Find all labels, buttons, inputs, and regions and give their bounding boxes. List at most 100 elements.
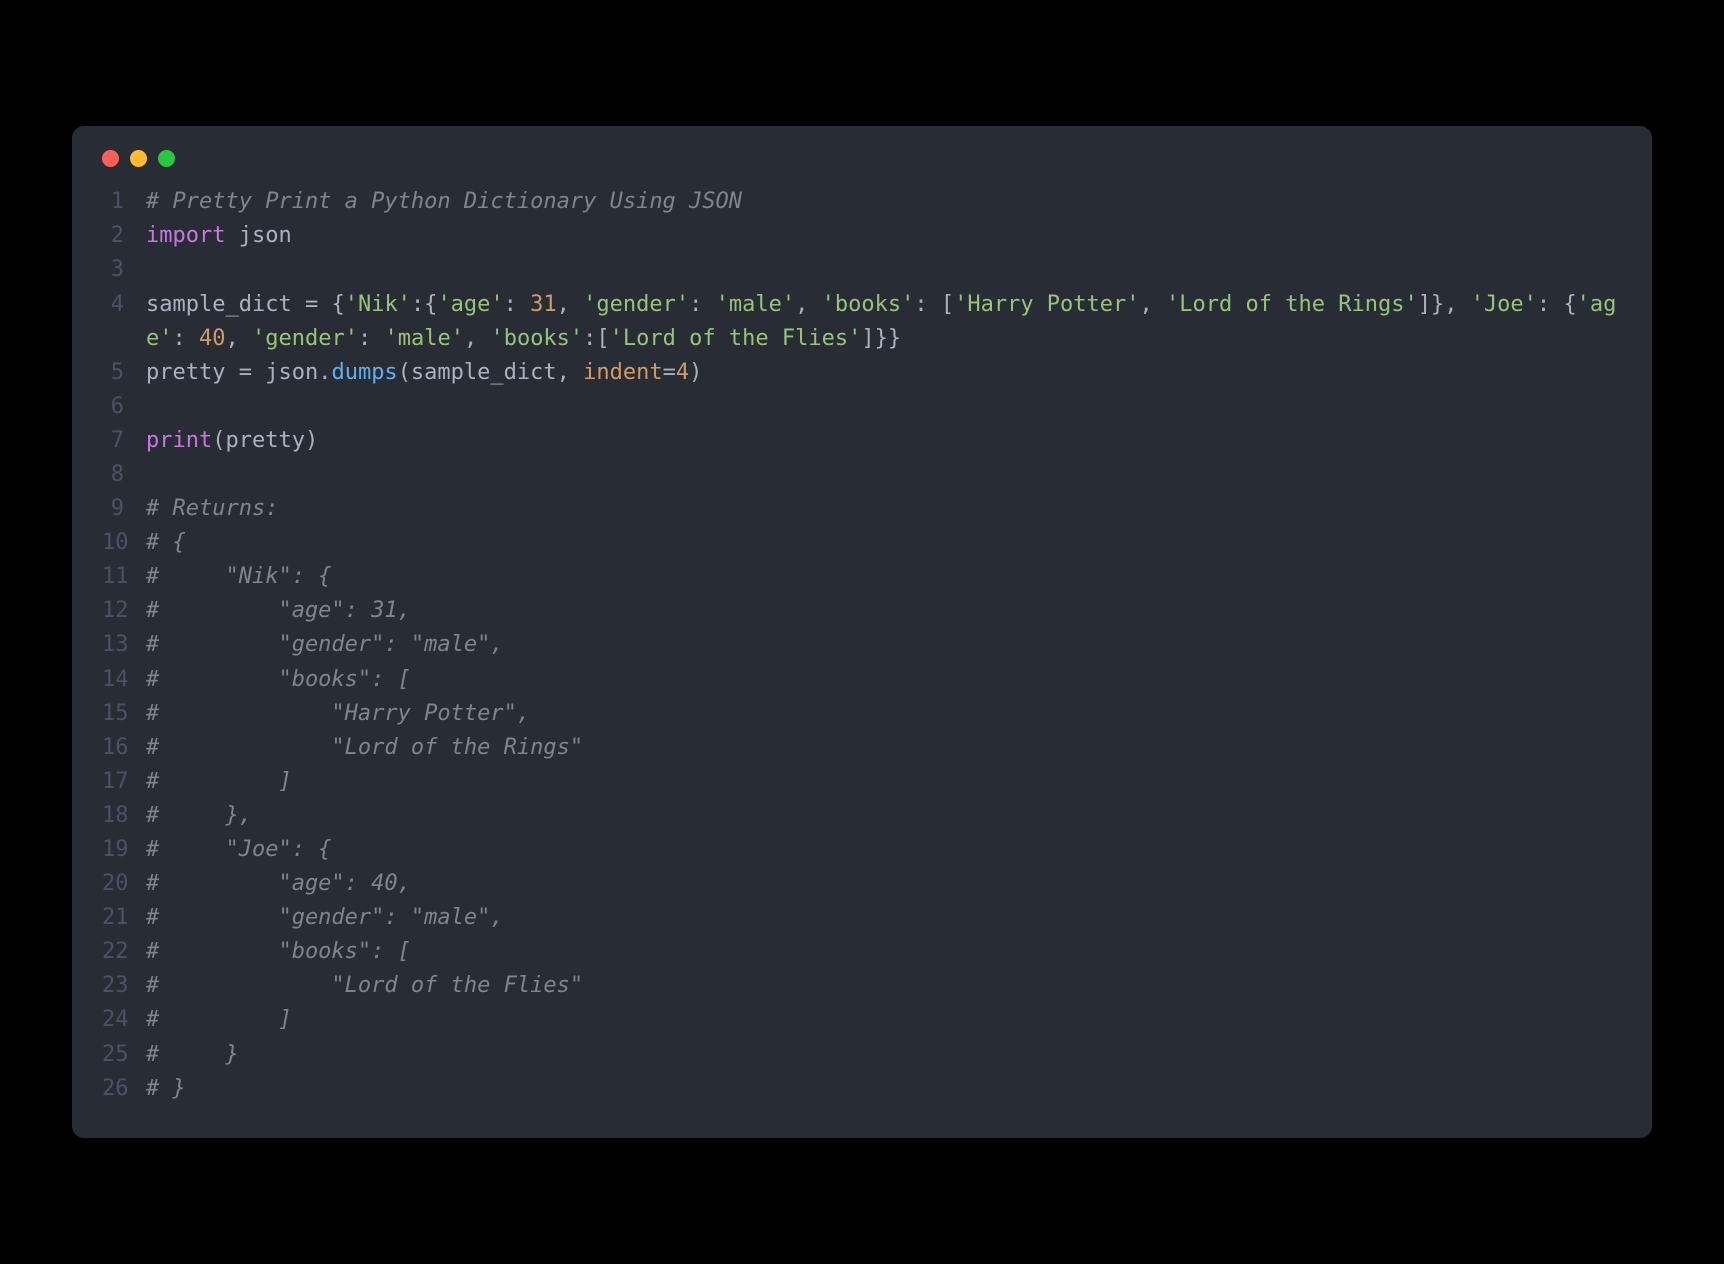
code-line[interactable]: 7print(pretty) (102, 424, 1622, 458)
code-line[interactable]: 17# ] (102, 765, 1622, 799)
code-token: # ] (146, 1007, 292, 1032)
line-number: 26 (102, 1072, 146, 1106)
code-line[interactable]: 18# }, (102, 799, 1622, 833)
line-number: 16 (102, 731, 146, 765)
code-window: 1# Pretty Print a Python Dictionary Usin… (72, 126, 1652, 1138)
code-line[interactable]: 24# ] (102, 1003, 1622, 1037)
code-line[interactable]: 25# } (102, 1038, 1622, 1072)
line-content[interactable]: # }, (146, 799, 1622, 833)
code-line[interactable]: 11# "Nik": { (102, 560, 1622, 594)
code-token: # Returns: (146, 496, 278, 521)
line-content[interactable]: # "books": [ (146, 663, 1622, 697)
code-token: pretty (146, 360, 239, 385)
code-line[interactable]: 15# "Harry Potter", (102, 697, 1622, 731)
line-number: 4 (102, 288, 146, 322)
code-token: 'age' (437, 292, 503, 317)
line-content[interactable]: # } (146, 1038, 1622, 1072)
code-token: # "books": [ (146, 939, 411, 964)
code-line[interactable]: 10# { (102, 526, 1622, 560)
code-token: # ] (146, 769, 292, 794)
code-token: , (557, 292, 584, 317)
line-number: 8 (102, 458, 146, 492)
line-content[interactable]: # "gender": "male", (146, 901, 1622, 935)
code-token: :{ (411, 292, 438, 317)
code-line[interactable]: 20# "age": 40, (102, 867, 1622, 901)
code-token: indent (583, 360, 662, 385)
code-token: json. (265, 360, 331, 385)
line-content[interactable]: # "age": 40, (146, 867, 1622, 901)
code-token: # "Lord of the Rings" (146, 735, 583, 760)
code-line[interactable]: 19# "Joe": { (102, 833, 1622, 867)
code-line[interactable]: 2import json (102, 219, 1622, 253)
line-number: 3 (102, 253, 146, 287)
line-content[interactable]: # "books": [ (146, 935, 1622, 969)
code-token: # "age": 31, (146, 598, 411, 623)
code-line[interactable]: 1# Pretty Print a Python Dictionary Usin… (102, 185, 1622, 219)
code-token: 'male' (384, 326, 463, 351)
code-line[interactable]: 4sample_dict = {'Nik':{'age': 31, 'gende… (102, 288, 1622, 356)
line-number: 25 (102, 1038, 146, 1072)
line-content[interactable]: # } (146, 1072, 1622, 1106)
line-content[interactable]: # "Nik": { (146, 560, 1622, 594)
code-token: # "Harry Potter", (146, 701, 530, 726)
code-line[interactable]: 13# "gender": "male", (102, 628, 1622, 662)
line-content[interactable]: # "Joe": { (146, 833, 1622, 867)
line-content[interactable]: # ] (146, 765, 1622, 799)
code-token: ]}} (861, 326, 901, 351)
code-line[interactable]: 23# "Lord of the Flies" (102, 969, 1622, 1003)
line-content[interactable] (146, 253, 1622, 287)
line-content[interactable]: # Returns: (146, 492, 1622, 526)
line-content[interactable] (146, 458, 1622, 492)
code-token: = (239, 360, 266, 385)
code-token: = (663, 360, 676, 385)
line-content[interactable]: # "age": 31, (146, 594, 1622, 628)
line-number: 18 (102, 799, 146, 833)
code-line[interactable]: 21# "gender": "male", (102, 901, 1622, 935)
line-number: 19 (102, 833, 146, 867)
line-content[interactable]: # "Lord of the Rings" (146, 731, 1622, 765)
code-line[interactable]: 6 (102, 390, 1622, 424)
code-token: (pretty) (212, 428, 318, 453)
line-content[interactable]: # ] (146, 1003, 1622, 1037)
code-token: ) (689, 360, 702, 385)
code-token: 31 (530, 292, 557, 317)
code-token: # "books": [ (146, 667, 411, 692)
code-token: # }, (146, 803, 252, 828)
line-content[interactable]: # { (146, 526, 1622, 560)
code-token: 'male' (716, 292, 795, 317)
line-content[interactable]: import json (146, 219, 1622, 253)
code-token: : (173, 326, 200, 351)
code-line[interactable]: 22# "books": [ (102, 935, 1622, 969)
line-number: 17 (102, 765, 146, 799)
line-number: 2 (102, 219, 146, 253)
line-content[interactable]: sample_dict = {'Nik':{'age': 31, 'gender… (146, 288, 1622, 356)
line-content[interactable]: # Pretty Print a Python Dictionary Using… (146, 185, 1622, 219)
line-number: 15 (102, 697, 146, 731)
line-number: 9 (102, 492, 146, 526)
code-token: # "Joe": { (146, 837, 331, 862)
close-icon[interactable] (102, 150, 119, 167)
code-line[interactable]: 26# } (102, 1072, 1622, 1106)
line-content[interactable]: # "Lord of the Flies" (146, 969, 1622, 1003)
maximize-icon[interactable] (158, 150, 175, 167)
code-line[interactable]: 5pretty = json.dumps(sample_dict, indent… (102, 356, 1622, 390)
code-token: 'Nik' (345, 292, 411, 317)
line-content[interactable] (146, 390, 1622, 424)
code-editor[interactable]: 1# Pretty Print a Python Dictionary Usin… (72, 185, 1652, 1106)
line-number: 12 (102, 594, 146, 628)
code-line[interactable]: 16# "Lord of the Rings" (102, 731, 1622, 765)
code-line[interactable]: 3 (102, 253, 1622, 287)
code-line[interactable]: 14# "books": [ (102, 663, 1622, 697)
line-content[interactable]: # "Harry Potter", (146, 697, 1622, 731)
code-token: , (226, 326, 253, 351)
code-token: # "gender": "male", (146, 632, 504, 657)
code-line[interactable]: 8 (102, 458, 1622, 492)
code-line[interactable]: 12# "age": 31, (102, 594, 1622, 628)
minimize-icon[interactable] (130, 150, 147, 167)
line-number: 6 (102, 390, 146, 424)
line-content[interactable]: pretty = json.dumps(sample_dict, indent=… (146, 356, 1622, 390)
code-line[interactable]: 9# Returns: (102, 492, 1622, 526)
code-token: # "Lord of the Flies" (146, 973, 583, 998)
line-content[interactable]: # "gender": "male", (146, 628, 1622, 662)
line-content[interactable]: print(pretty) (146, 424, 1622, 458)
